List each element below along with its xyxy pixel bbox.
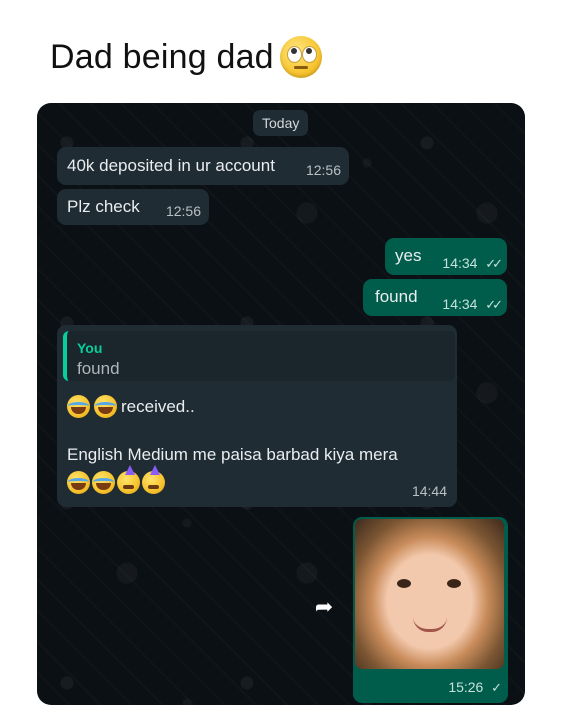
message-meta: 14:34 ✓✓: [442, 253, 503, 273]
message-text: found: [375, 287, 418, 306]
message-time: 15:26: [448, 679, 484, 695]
emoji-row: [67, 465, 165, 494]
chat-window[interactable]: Today 40k deposited in ur account 12:56 …: [37, 103, 525, 705]
double-tick-icon: ✓✓: [485, 297, 503, 312]
single-tick-icon: ✓: [491, 680, 502, 695]
quoted-message[interactable]: You found: [63, 331, 455, 381]
quoted-author: You: [77, 340, 103, 356]
caption-text: Dad being dad: [50, 37, 274, 76]
message-bubble-incoming[interactable]: Plz check 12:56: [57, 189, 209, 225]
message-line: received..: [67, 395, 195, 418]
laughing-tears-emoji-icon: [92, 471, 115, 494]
message-bubble-outgoing[interactable]: found 14:34 ✓✓: [363, 279, 507, 316]
message-text: received..: [121, 396, 195, 416]
forward-icon[interactable]: ➦: [307, 590, 341, 624]
quoted-text: found: [77, 359, 120, 378]
message-meta: 15:26 ✓: [448, 677, 502, 697]
message-text: English Medium me paisa barbad kiya mera: [67, 445, 398, 464]
message-bubble-outgoing-image[interactable]: 15:26 ✓: [353, 517, 508, 703]
laughing-tears-emoji-icon: [94, 395, 117, 418]
message-time: 12:56: [165, 203, 201, 219]
laughing-tears-emoji-icon: [67, 471, 90, 494]
message-meta: 14:34 ✓✓: [442, 294, 503, 314]
photo-thumbnail[interactable]: [355, 519, 504, 669]
double-tick-icon: ✓✓: [485, 256, 503, 271]
message-time: 14:34: [442, 255, 478, 271]
message-text: Plz check: [67, 197, 140, 216]
message-text: yes: [395, 246, 422, 265]
laughing-tears-emoji-icon: [67, 395, 90, 418]
message-bubble-outgoing[interactable]: yes 14:34 ✓✓: [385, 238, 507, 275]
date-separator: Today: [253, 110, 309, 136]
party-face-emoji-icon: [142, 465, 165, 494]
rolling-eyes-emoji-icon: [279, 36, 322, 78]
party-face-emoji-icon: [117, 465, 140, 494]
meme-caption: Dad being dad: [50, 36, 322, 78]
message-bubble-incoming-reply[interactable]: You found received.. English Medium me p…: [57, 325, 457, 507]
message-time: 12:56: [305, 162, 341, 178]
message-time: 14:44: [411, 483, 447, 499]
message-text: 40k deposited in ur account: [67, 156, 275, 175]
message-bubble-incoming[interactable]: 40k deposited in ur account 12:56: [57, 147, 349, 185]
message-time: 14:34: [442, 296, 478, 312]
